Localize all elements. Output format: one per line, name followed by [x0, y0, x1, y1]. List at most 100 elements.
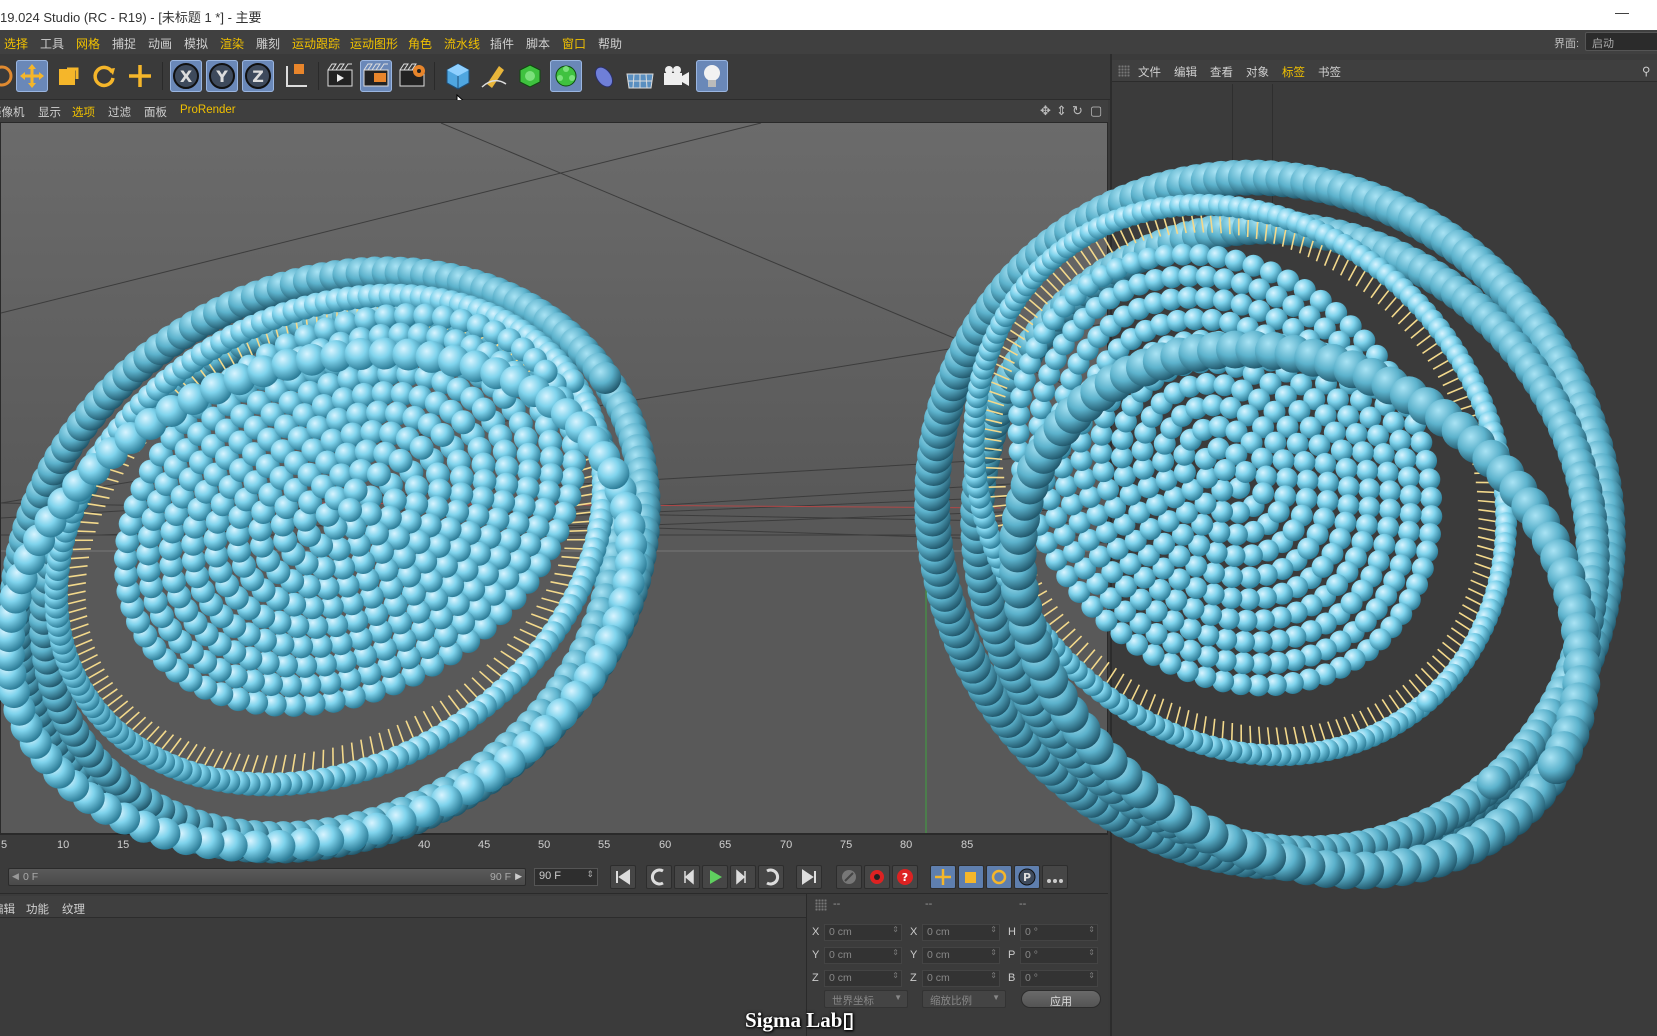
menu-select[interactable]: 选择 — [4, 35, 28, 52]
position-y-field[interactable]: 0 cm ⇕ — [824, 947, 902, 964]
viewport-menu-filter[interactable]: 过滤 — [108, 104, 131, 120]
mat-menu-texture[interactable]: 纹理 — [62, 901, 85, 917]
timeline-ruler[interactable]: 5 10 15 20 25 30 35 40 45 50 55 60 65 70… — [0, 834, 1108, 860]
menu-character[interactable]: 角色 — [408, 35, 432, 52]
om-menu-edit[interactable]: 编辑 — [1174, 64, 1197, 80]
panel-grip-icon[interactable] — [815, 899, 827, 911]
layout-select[interactable]: 启动 — [1585, 32, 1657, 51]
spinner-icon[interactable]: ⇕ — [990, 925, 997, 934]
render-settings-icon[interactable] — [396, 60, 428, 92]
scale-mode-select[interactable]: 缩放比例 ▼ — [922, 990, 1006, 1008]
orbit-icon[interactable]: ↻ — [1072, 103, 1083, 119]
om-menu-file[interactable]: 文件 — [1138, 64, 1161, 80]
record-key-icon[interactable] — [864, 865, 890, 889]
menu-sculpt[interactable]: 雕刻 — [256, 35, 280, 52]
mat-menu-function[interactable]: 功能 — [26, 901, 49, 917]
apply-button[interactable]: 应用 — [1021, 990, 1101, 1008]
position-x-field[interactable]: 0 cm ⇕ — [824, 924, 902, 941]
render-picture-viewer-icon[interactable] — [360, 60, 392, 92]
om-menu-bookmarks[interactable]: 书签 — [1318, 64, 1341, 80]
rotation-b-field[interactable]: 0 ° ⇕ — [1020, 970, 1098, 987]
menu-mesh[interactable]: 网格 — [76, 35, 100, 52]
range-right-arrow-icon[interactable]: ▶ — [515, 871, 522, 882]
viewport-menu-camera[interactable]: 摄像机 — [0, 104, 25, 120]
key-rotation-icon[interactable] — [986, 865, 1012, 889]
end-frame-field[interactable]: 90 F ⇕ — [534, 868, 598, 886]
cloner-icon[interactable] — [550, 60, 582, 92]
panel-grip-icon[interactable] — [1118, 65, 1130, 77]
viewport-menu-panel[interactable]: 面板 — [144, 104, 167, 120]
move-icon[interactable] — [16, 60, 48, 92]
spinner-icon[interactable]: ⇕ — [892, 971, 899, 980]
rotation-p-field[interactable]: 0 ° ⇕ — [1020, 947, 1098, 964]
3d-viewport[interactable] — [0, 122, 1108, 834]
om-menu-objects[interactable]: 对象 — [1246, 64, 1269, 80]
spinner-icon[interactable]: ⇕ — [892, 948, 899, 957]
menu-render[interactable]: 渲染 — [220, 35, 244, 52]
maximize-view-icon[interactable]: ▢ — [1090, 103, 1102, 119]
spinner-icon[interactable]: ⇕ — [990, 971, 997, 980]
menu-motion-tracking[interactable]: 运动跟踪 — [292, 35, 340, 52]
size-x-field[interactable]: 0 cm ⇕ — [922, 924, 1000, 941]
menu-simulate[interactable]: 模拟 — [184, 35, 208, 52]
menu-snap[interactable]: 捕捉 — [112, 35, 136, 52]
pan-icon[interactable]: ✥ — [1040, 103, 1051, 119]
spinner-icon[interactable]: ⇕ — [1088, 925, 1095, 934]
autokey-help-icon[interactable]: ? — [892, 865, 918, 889]
more-icon[interactable] — [1042, 865, 1068, 889]
dolly-icon[interactable]: ⇕ — [1056, 103, 1067, 119]
key-position-icon[interactable] — [930, 865, 956, 889]
render-view-icon[interactable] — [324, 60, 356, 92]
position-z-field[interactable]: 0 cm ⇕ — [824, 970, 902, 987]
viewport-menu-options[interactable]: 选项 — [72, 104, 95, 120]
minimize-button[interactable]: — — [1615, 4, 1629, 20]
spinner-icon[interactable]: ⇕ — [1088, 948, 1095, 957]
light-icon[interactable] — [696, 60, 728, 92]
previous-key-icon[interactable] — [646, 865, 672, 889]
mat-menu-edit[interactable]: 编辑 — [0, 901, 15, 917]
menu-animate[interactable]: 动画 — [148, 35, 172, 52]
rotation-h-field[interactable]: 0 ° ⇕ — [1020, 924, 1098, 941]
spinner-icon[interactable]: ⇕ — [586, 869, 594, 880]
x-axis-icon[interactable]: X — [170, 60, 202, 92]
deformer-icon[interactable] — [588, 60, 620, 92]
spinner-icon[interactable]: ⇕ — [1088, 971, 1095, 980]
menu-tools[interactable]: 工具 — [40, 35, 64, 52]
om-menu-view[interactable]: 查看 — [1210, 64, 1233, 80]
menu-script[interactable]: 脚本 — [526, 35, 550, 52]
y-axis-icon[interactable]: Y — [206, 60, 238, 92]
viewport-menu-display[interactable]: 显示 — [38, 104, 61, 120]
play-icon[interactable] — [702, 865, 728, 889]
menu-help[interactable]: 帮助 — [598, 35, 622, 52]
key-parameter-icon[interactable]: P — [1014, 865, 1040, 889]
z-axis-icon[interactable]: Z — [242, 60, 274, 92]
frame-range-slider[interactable]: ◀ 0 F 90 F ▶ — [8, 868, 526, 886]
cube-icon[interactable] — [442, 60, 474, 92]
viewport-menu-prorender[interactable]: ProRender — [180, 104, 236, 116]
floor-icon[interactable] — [624, 60, 656, 92]
spinner-icon[interactable]: ⇕ — [892, 925, 899, 934]
spinner-icon[interactable]: ⇕ — [990, 948, 997, 957]
size-y-field[interactable]: 0 cm ⇕ — [922, 947, 1000, 964]
coordinate-system-icon[interactable] — [280, 60, 312, 92]
go-to-start-icon[interactable] — [610, 865, 636, 889]
camera-icon[interactable] — [660, 60, 692, 92]
menu-window[interactable]: 窗口 — [562, 35, 586, 52]
range-left-arrow-icon[interactable]: ◀ — [12, 871, 19, 882]
subdivision-icon[interactable] — [514, 60, 546, 92]
search-icon[interactable]: ⚲ — [1642, 64, 1650, 78]
coordinate-mode-select[interactable]: 世界坐标 ▼ — [824, 990, 908, 1008]
rotate-icon[interactable] — [88, 60, 120, 92]
live-select-icon[interactable] — [124, 60, 156, 92]
om-menu-tags[interactable]: 标签 — [1282, 64, 1305, 80]
menu-plugins[interactable]: 插件 — [490, 35, 514, 52]
key-scale-icon[interactable] — [958, 865, 984, 889]
menu-mograph[interactable]: 运动图形 — [350, 35, 398, 52]
size-z-field[interactable]: 0 cm ⇕ — [922, 970, 1000, 987]
scale-icon[interactable] — [52, 60, 84, 92]
menu-pipeline[interactable]: 流水线 — [444, 35, 480, 52]
next-frame-icon[interactable] — [730, 865, 756, 889]
previous-frame-icon[interactable] — [674, 865, 700, 889]
go-to-end-icon[interactable] — [796, 865, 822, 889]
motion-record-icon[interactable] — [836, 865, 862, 889]
